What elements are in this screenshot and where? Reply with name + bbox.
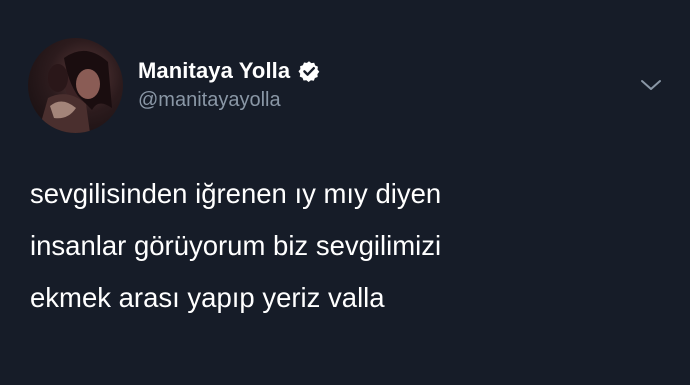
tweet-text: sevgilisinden iğrenen ıy mıy diyen insan… [30, 168, 670, 324]
chevron-down-icon[interactable] [639, 76, 663, 94]
verified-badge-icon [298, 60, 320, 82]
tweet-text-line: ekmek arası yapıp yeriz valla [30, 282, 385, 313]
tweet-text-line: insanlar görüyorum biz sevgilimizi [30, 230, 442, 261]
avatar-image [38, 50, 112, 133]
tweet-text-line: sevgilisinden iğrenen ıy mıy diyen [30, 178, 442, 209]
author-display-name[interactable]: Manitaya Yolla [138, 58, 290, 84]
author-handle[interactable]: @manitayayolla [138, 89, 281, 112]
tweet: Manitaya Yolla @manitayayolla sevgilisin… [0, 0, 690, 385]
author-name-row: Manitaya Yolla [138, 57, 320, 85]
avatar[interactable] [28, 38, 123, 133]
